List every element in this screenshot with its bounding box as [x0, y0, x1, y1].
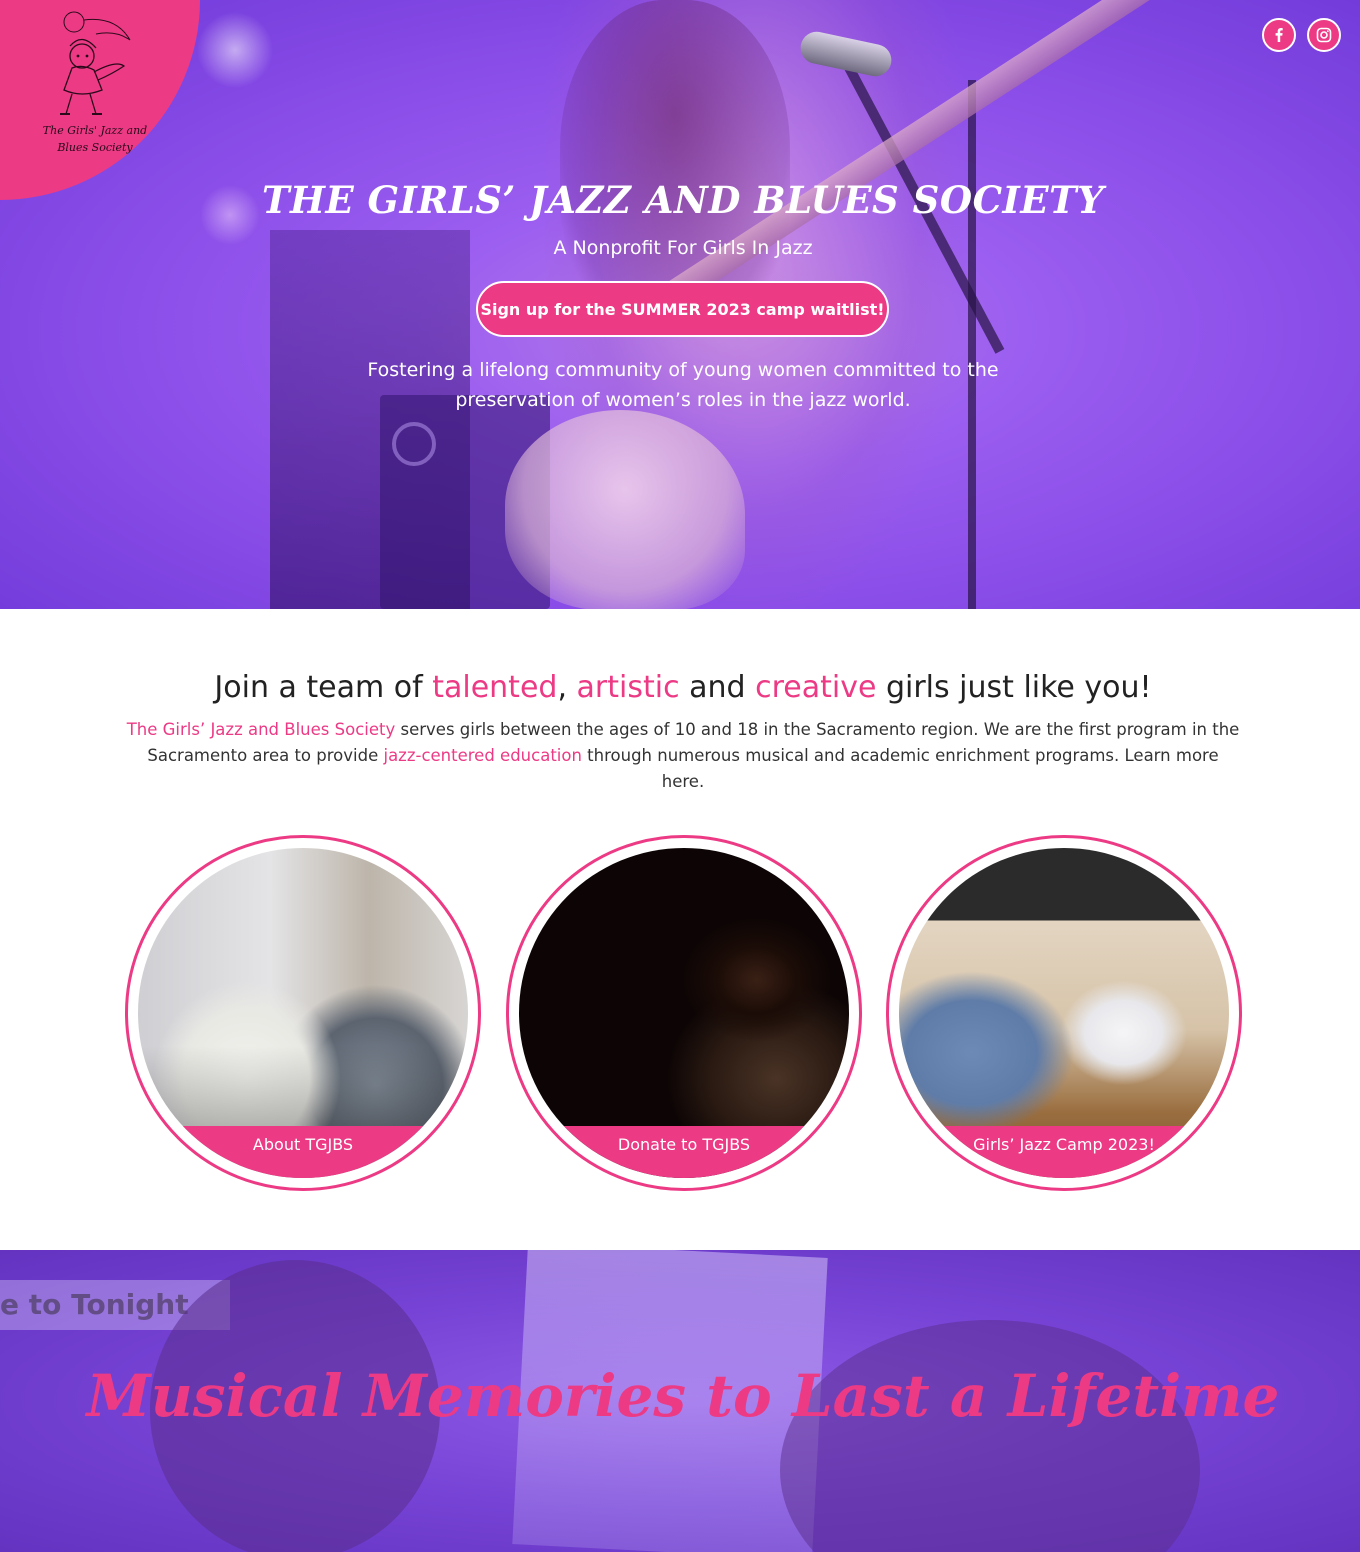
about-card-photo: About TGJBS — [138, 848, 468, 1178]
donate-card-label: Donate to TGJBS — [617, 1135, 751, 1154]
hero-mic-stand — [968, 80, 976, 609]
hero-tagline: Fostering a lifelong community of young … — [367, 359, 999, 411]
join-description: The Girls’ Jazz and Blues Society serves… — [125, 717, 1241, 795]
hero-amplifier-logo — [392, 422, 436, 466]
jazz-camp-card-label: Girls’ Jazz Camp 2023! — [973, 1135, 1155, 1154]
about-card[interactable]: About TGJBS — [125, 835, 481, 1191]
donate-card-photo: Donate to TGJBS — [519, 848, 849, 1178]
join-heading-text: and — [679, 670, 756, 705]
jazz-camp-card-photo: Girls’ Jazz Camp 2023! — [899, 848, 1229, 1178]
donate-card[interactable]: Donate to TGJBS — [506, 835, 862, 1191]
hero-subtitle: A Nonprofit For Girls In Jazz — [553, 237, 813, 259]
hero-title: THE GIRLS’ JAZZ AND BLUES SOCIETY — [261, 178, 1105, 222]
logo-girl-illustration-icon — [60, 11, 131, 115]
join-heading-highlight-artistic: artistic — [576, 670, 680, 705]
facebook-link[interactable] — [1262, 18, 1296, 52]
join-description-text: through numerous musical and academic en… — [581, 746, 1219, 791]
logo-text-line-2: Blues Society — [57, 141, 133, 154]
logo-text: The Girls' Jazz and Blues Society — [30, 122, 160, 156]
about-card-label: About TGJBS — [252, 1135, 354, 1154]
jazz-camp-card[interactable]: Girls’ Jazz Camp 2023! — [886, 835, 1242, 1191]
facebook-icon — [1275, 28, 1283, 42]
join-heading-text: Join a team of — [214, 670, 433, 705]
jazz-education-link[interactable]: jazz-centered education — [383, 746, 581, 765]
instagram-icon — [1316, 27, 1332, 43]
join-heading-text: girls just like you! — [876, 670, 1152, 705]
join-heading-text: , — [557, 670, 577, 705]
logo-text-line-1: The Girls' Jazz and — [42, 124, 148, 137]
join-heading: Join a team of talented, artistic and cr… — [0, 670, 1360, 705]
memories-heading: Musical Memories to Last a Lifetime — [86, 1362, 1280, 1430]
banner-sign-text: e to Tonight — [0, 1288, 189, 1321]
society-link[interactable]: The Girls’ Jazz and Blues Society — [127, 720, 396, 739]
join-heading-highlight-creative: creative — [755, 670, 877, 705]
waitlist-signup-button[interactable]: Sign up for the SUMMER 2023 camp waitlis… — [476, 281, 889, 337]
banner-student-right-image — [780, 1320, 1200, 1552]
join-heading-highlight-talented: talented — [432, 670, 558, 705]
instagram-link[interactable] — [1307, 18, 1341, 52]
